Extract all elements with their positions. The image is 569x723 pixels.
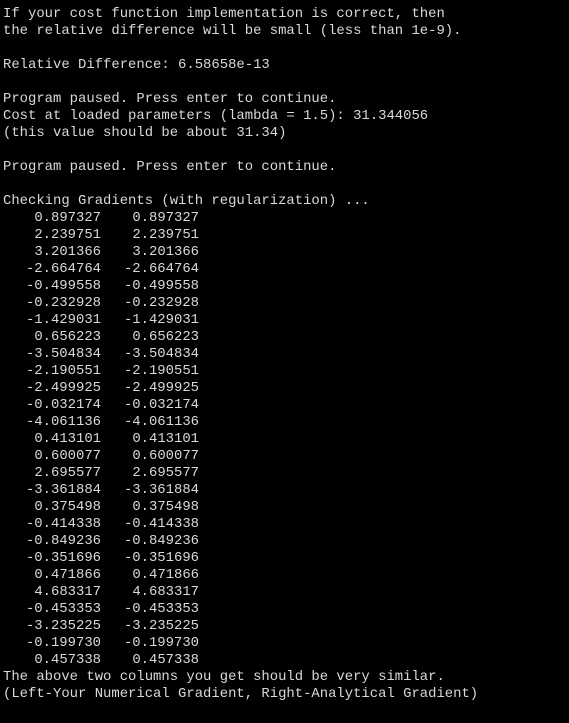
numerical-gradient-value: -2.664764: [25, 261, 101, 277]
numerical-gradient-value: -2.190551: [25, 363, 101, 379]
analytical-gradient-value: -0.849236: [123, 533, 199, 549]
gradient-table: 0.897327 0.897327 2.239751 2.239751 3.201366…: [3, 210, 569, 669]
numerical-gradient-value: -0.232928: [25, 295, 101, 311]
gradient-row: -3.504834 -3.504834: [3, 346, 569, 363]
numerical-gradient-value: -0.414338: [25, 516, 101, 532]
numerical-gradient-value: -1.429031: [25, 312, 101, 328]
intro-line-2: the relative difference will be small (l…: [3, 23, 462, 39]
gradient-row: -2.190551 -2.190551: [3, 363, 569, 380]
numerical-gradient-value: -2.499925: [25, 380, 101, 396]
gradient-row: 0.413101 0.413101: [3, 431, 569, 448]
numerical-gradient-value: 3.201366: [34, 244, 101, 260]
analytical-gradient-value: -0.232928: [123, 295, 199, 311]
gradient-row: 0.656223 0.656223: [3, 329, 569, 346]
analytical-gradient-value: -0.453353: [123, 601, 199, 617]
gradient-row: 0.897327 0.897327: [3, 210, 569, 227]
relative-difference-line: Relative Difference: 6.58658e-13: [3, 57, 270, 73]
gradient-row: -2.664764 -2.664764: [3, 261, 569, 278]
analytical-gradient-value: 0.471866: [132, 567, 199, 583]
analytical-gradient-value: -3.504834: [123, 346, 199, 362]
footer-line-2: (Left-Your Numerical Gradient, Right-Ana…: [3, 686, 479, 702]
analytical-gradient-value: -3.361884: [123, 482, 199, 498]
numerical-gradient-value: -4.061136: [25, 414, 101, 430]
numerical-gradient-value: -0.351696: [25, 550, 101, 566]
footer-line-1: The above two columns you get should be …: [3, 669, 445, 685]
numerical-gradient-value: -0.032174: [25, 397, 101, 413]
numerical-gradient-value: -0.453353: [25, 601, 101, 617]
gradient-row: -0.414338 -0.414338: [3, 516, 569, 533]
analytical-gradient-value: -3.235225: [123, 618, 199, 634]
analytical-gradient-value: -0.199730: [123, 635, 199, 651]
analytical-gradient-value: -1.429031: [123, 312, 199, 328]
analytical-gradient-value: 3.201366: [132, 244, 199, 260]
gradient-row: -4.061136 -4.061136: [3, 414, 569, 431]
analytical-gradient-value: -0.414338: [123, 516, 199, 532]
analytical-gradient-value: -2.664764: [123, 261, 199, 277]
cost-line: Cost at loaded parameters (lambda = 1.5)…: [3, 108, 429, 124]
gradient-row: -0.199730 -0.199730: [3, 635, 569, 652]
gradient-row: -0.849236 -0.849236: [3, 533, 569, 550]
gradient-row: -0.453353 -0.453353: [3, 601, 569, 618]
numerical-gradient-value: 0.600077: [34, 448, 101, 464]
numerical-gradient-value: -3.361884: [25, 482, 101, 498]
numerical-gradient-value: 0.375498: [34, 499, 101, 515]
gradient-row: -0.351696 -0.351696: [3, 550, 569, 567]
analytical-gradient-value: -4.061136: [123, 414, 199, 430]
analytical-gradient-value: 0.457338: [132, 652, 199, 668]
analytical-gradient-value: 2.239751: [132, 227, 199, 243]
pause-message-1: Program paused. Press enter to continue.: [3, 91, 337, 107]
analytical-gradient-value: -0.351696: [123, 550, 199, 566]
gradient-row: 2.695577 2.695577: [3, 465, 569, 482]
numerical-gradient-value: -3.235225: [25, 618, 101, 634]
gradient-row: -3.235225 -3.235225: [3, 618, 569, 635]
numerical-gradient-value: 0.897327: [34, 210, 101, 226]
numerical-gradient-value: -0.849236: [25, 533, 101, 549]
numerical-gradient-value: -3.504834: [25, 346, 101, 362]
analytical-gradient-value: 2.695577: [132, 465, 199, 481]
gradient-row: 0.375498 0.375498: [3, 499, 569, 516]
numerical-gradient-value: 2.695577: [34, 465, 101, 481]
gradient-row: -0.032174 -0.032174: [3, 397, 569, 414]
analytical-gradient-value: -2.499925: [123, 380, 199, 396]
gradient-row: -3.361884 -3.361884: [3, 482, 569, 499]
pause-message-2: Program paused. Press enter to continue.: [3, 159, 337, 175]
gradient-row: -0.499558 -0.499558: [3, 278, 569, 295]
intro-line-1: If your cost function implementation is …: [3, 6, 445, 22]
analytical-gradient-value: 0.656223: [132, 329, 199, 345]
analytical-gradient-value: -2.190551: [123, 363, 199, 379]
numerical-gradient-value: -0.199730: [25, 635, 101, 651]
gradient-row: 0.600077 0.600077: [3, 448, 569, 465]
analytical-gradient-value: -0.499558: [123, 278, 199, 294]
analytical-gradient-value: 0.897327: [132, 210, 199, 226]
gradient-row: -1.429031 -1.429031: [3, 312, 569, 329]
terminal-output[interactable]: If your cost function implementation is …: [0, 0, 569, 723]
gradient-row: 4.683317 4.683317: [3, 584, 569, 601]
analytical-gradient-value: 0.600077: [132, 448, 199, 464]
gradient-row: 3.201366 3.201366: [3, 244, 569, 261]
numerical-gradient-value: 0.656223: [34, 329, 101, 345]
numerical-gradient-value: 4.683317: [34, 584, 101, 600]
gradient-row: -2.499925 -2.499925: [3, 380, 569, 397]
gradient-row: 2.239751 2.239751: [3, 227, 569, 244]
gradient-row: -0.232928 -0.232928: [3, 295, 569, 312]
numerical-gradient-value: 0.413101: [34, 431, 101, 447]
numerical-gradient-value: -0.499558: [25, 278, 101, 294]
cost-note: (this value should be about 31.34): [3, 125, 287, 141]
gradient-row: 0.471866 0.471866: [3, 567, 569, 584]
analytical-gradient-value: 4.683317: [132, 584, 199, 600]
analytical-gradient-value: 0.413101: [132, 431, 199, 447]
numerical-gradient-value: 0.471866: [34, 567, 101, 583]
gradient-row: 0.457338 0.457338: [3, 652, 569, 669]
numerical-gradient-value: 0.457338: [34, 652, 101, 668]
analytical-gradient-value: -0.032174: [123, 397, 199, 413]
analytical-gradient-value: 0.375498: [132, 499, 199, 515]
numerical-gradient-value: 2.239751: [34, 227, 101, 243]
checking-gradients-line: Checking Gradients (with regularization)…: [3, 193, 370, 209]
